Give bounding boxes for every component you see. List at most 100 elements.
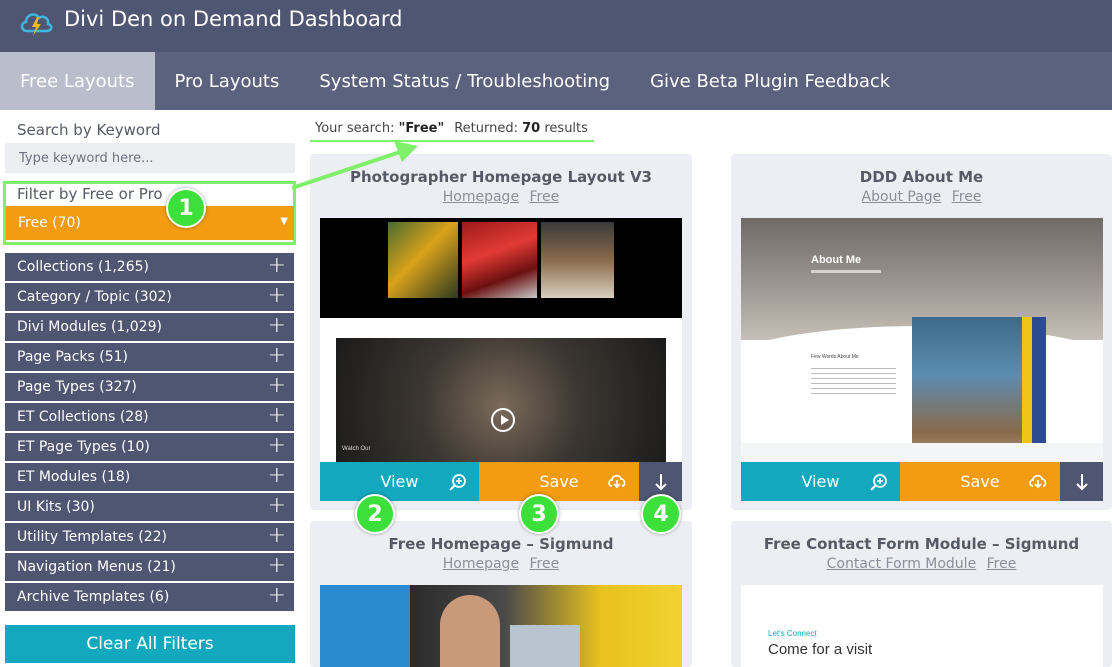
cloud-lightning-logo-icon	[20, 13, 53, 36]
tag-link[interactable]: Free	[987, 556, 1017, 572]
filter-label: Page Types (327)	[17, 379, 137, 395]
filter-label: ET Collections (28)	[17, 409, 149, 425]
filter-collections[interactable]: Collections (1,265) +	[5, 253, 294, 281]
filter-label: Divi Modules (1,029)	[17, 319, 162, 335]
tag-link[interactable]: Free	[530, 556, 560, 572]
plus-icon: +	[267, 493, 286, 518]
summary-query: "Free"	[398, 121, 445, 136]
plus-icon: +	[267, 553, 286, 578]
filter-accordion: Collections (1,265) + Category / Topic (3…	[5, 253, 295, 613]
filter-et-collections[interactable]: ET Collections (28) +	[5, 403, 294, 431]
tag-link[interactable]: Homepage	[443, 189, 519, 205]
view-button[interactable]: View	[320, 462, 479, 501]
save-button[interactable]: Save	[479, 462, 639, 501]
jumping-woman-photo	[912, 317, 1022, 462]
arrow-down-icon	[654, 473, 667, 490]
filter-archive-templates[interactable]: Archive Templates (6) +	[5, 583, 294, 611]
free-pro-select[interactable]: Free (70) ▼	[6, 206, 294, 240]
layout-preview-image[interactable]: Watch Our	[320, 218, 682, 462]
tag-link[interactable]: Free	[530, 189, 560, 205]
filter-page-packs[interactable]: Page Packs (51) +	[5, 343, 294, 371]
caret-down-icon: ▼	[280, 216, 288, 227]
layout-card: DDD About Me About Page Free About Me Fe…	[731, 154, 1112, 510]
filter-label: Category / Topic (302)	[17, 289, 172, 305]
tag-link[interactable]: About Page	[862, 189, 942, 205]
tab-pro-layouts[interactable]: Pro Layouts	[155, 52, 300, 110]
view-label: View	[380, 472, 419, 491]
preview-subheading: Few Words About Me	[811, 354, 859, 360]
search-summary: Your search: "Free" Returned: 70 results	[310, 117, 594, 142]
filter-utility-templates[interactable]: Utility Templates (22) +	[5, 523, 294, 551]
plus-icon: +	[267, 343, 286, 368]
layout-card: Photographer Homepage Layout V3 Homepage…	[310, 154, 692, 510]
filter-page-types[interactable]: Page Types (327) +	[5, 373, 294, 401]
top-header: Divi Den on Demand Dashboard	[0, 0, 1112, 52]
tag-link[interactable]: Homepage	[443, 556, 519, 572]
clear-all-filters-button[interactable]: Clear All Filters	[5, 625, 295, 663]
card-title: Photographer Homepage Layout V3	[350, 168, 652, 186]
view-button[interactable]: View	[741, 462, 900, 501]
plus-icon: +	[267, 313, 286, 338]
tab-free-layouts[interactable]: Free Layouts	[0, 52, 155, 110]
plus-icon: +	[267, 463, 286, 488]
filter-et-page-types[interactable]: ET Page Types (10) +	[5, 433, 294, 461]
bird-photo	[388, 222, 458, 298]
download-button[interactable]	[1060, 462, 1103, 501]
filter-label: Utility Templates (22)	[17, 529, 167, 545]
layout-preview-image[interactable]	[320, 585, 682, 667]
play-icon	[491, 408, 515, 432]
free-pro-filter-label: Filter by Free or Pro	[17, 185, 163, 203]
photographer-photo: Watch Our	[336, 338, 666, 462]
zoom-in-icon	[870, 474, 887, 491]
layout-preview-image[interactable]: Let's Connect Come for a visit	[741, 585, 1103, 667]
layout-card: Free Homepage – Sigmund Homepage Free	[310, 521, 692, 667]
filter-label: ET Page Types (10)	[17, 439, 150, 455]
free-pro-select-value: Free (70)	[18, 215, 81, 231]
step-badge: 4	[641, 494, 681, 534]
filter-divi-modules[interactable]: Divi Modules (1,029) +	[5, 313, 294, 341]
layout-card: Free Contact Form Module – Sigmund Conta…	[731, 521, 1112, 667]
save-label: Save	[960, 472, 1000, 491]
step-badge: 1	[166, 188, 206, 228]
save-button[interactable]: Save	[900, 462, 1060, 501]
filter-label: ET Modules (18)	[17, 469, 131, 485]
filter-label: UI Kits (30)	[17, 499, 95, 515]
plus-icon: +	[267, 583, 286, 608]
filter-et-modules[interactable]: ET Modules (18) +	[5, 463, 294, 491]
tag-link[interactable]: Contact Form Module	[827, 556, 977, 572]
card-tags: Homepage Free	[310, 556, 692, 572]
preview-kicker: Let's Connect	[768, 629, 817, 638]
plus-icon: +	[267, 403, 286, 428]
search-label: Search by Keyword	[17, 121, 161, 139]
card-title: Free Contact Form Module – Sigmund	[763, 535, 1080, 553]
car-photo	[462, 222, 537, 298]
plus-icon: +	[267, 283, 286, 308]
filter-category-topic[interactable]: Category / Topic (302) +	[5, 283, 294, 311]
main-tabs: Free Layouts Pro Layouts System Status /…	[0, 52, 1112, 110]
plus-icon: +	[267, 373, 286, 398]
photo-caption: Watch Our	[342, 446, 371, 452]
person-photo	[541, 222, 614, 298]
card-tags: About Page Free	[731, 189, 1112, 205]
filter-label: Page Packs (51)	[17, 349, 129, 365]
card-title: DDD About Me	[859, 168, 984, 186]
keyword-search-input[interactable]	[5, 143, 295, 173]
filter-ui-kits[interactable]: UI Kits (30) +	[5, 493, 294, 521]
tab-system-status[interactable]: System Status / Troubleshooting	[299, 52, 630, 110]
card-title: Free Homepage – Sigmund	[388, 535, 614, 553]
step-badge: 3	[519, 494, 559, 534]
tab-beta-feedback[interactable]: Give Beta Plugin Feedback	[630, 52, 910, 110]
tag-link[interactable]: Free	[952, 189, 982, 205]
card-tags: Homepage Free	[310, 189, 692, 205]
view-label: View	[801, 472, 840, 491]
filter-label: Navigation Menus (21)	[17, 559, 176, 575]
summary-count: 70	[522, 121, 541, 136]
cloud-download-icon	[608, 474, 626, 489]
summary-returned-label: Returned:	[454, 121, 523, 136]
filter-navigation-menus[interactable]: Navigation Menus (21) +	[5, 553, 294, 581]
layout-preview-image[interactable]: About Me Few Words About Me	[741, 218, 1103, 462]
filter-label: Archive Templates (6)	[17, 589, 170, 605]
plus-icon: +	[267, 253, 286, 278]
filter-label: Collections (1,265)	[17, 259, 149, 275]
preview-heading: Come for a visit	[768, 641, 873, 658]
